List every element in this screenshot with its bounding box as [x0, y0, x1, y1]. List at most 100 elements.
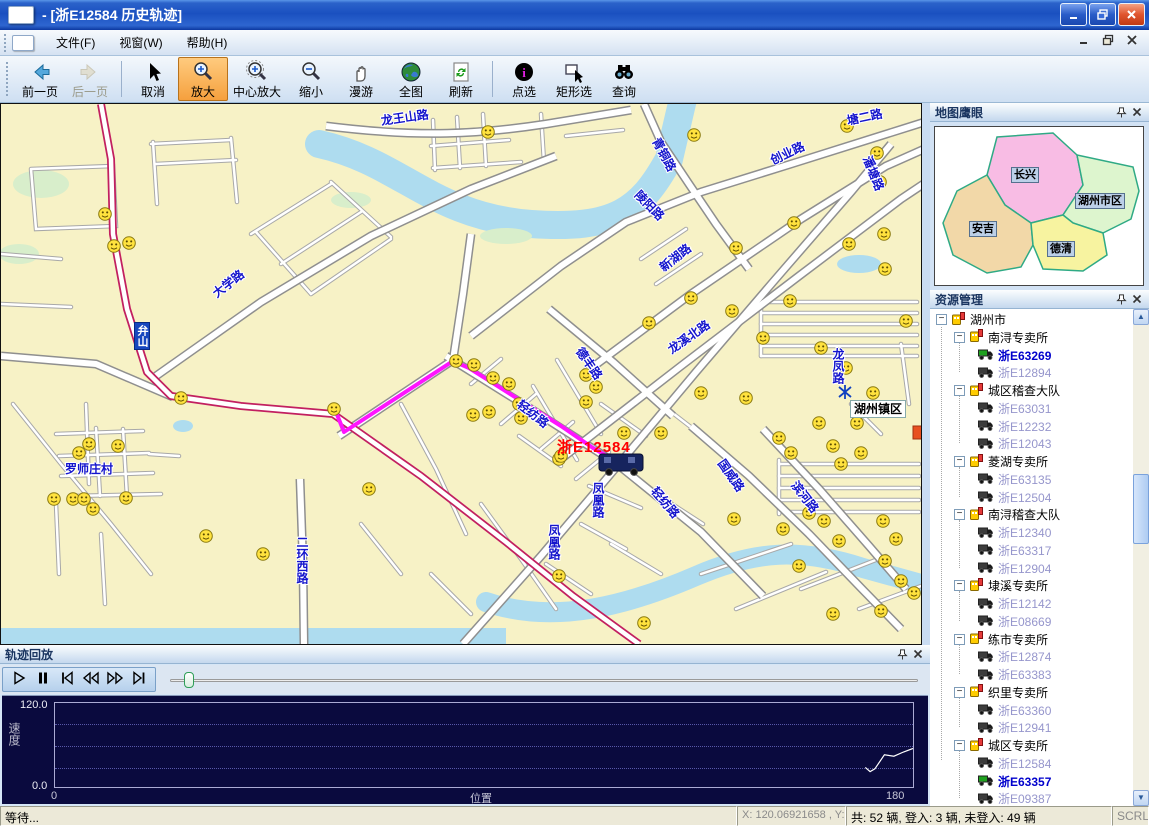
vehicle-marker-smiley[interactable]: [740, 392, 753, 405]
expand-toggle[interactable]: −: [954, 509, 965, 520]
tree-vehicle-浙E12874[interactable]: 浙E12874: [978, 648, 1051, 665]
toolbar-button-zoom-in[interactable]: 放大: [178, 57, 228, 101]
scroll-down-button[interactable]: ▼: [1133, 790, 1149, 806]
vehicle-marker-smiley[interactable]: [483, 406, 496, 419]
mdi-restore-button[interactable]: [1101, 34, 1115, 46]
step-forward-button[interactable]: [127, 669, 151, 690]
tree-vehicle-浙E63360[interactable]: 浙E63360: [978, 702, 1051, 719]
step-back-button[interactable]: [55, 669, 79, 690]
menu-item-视窗W[interactable]: 视窗(W): [107, 30, 174, 55]
tree-vehicle-浙E63317[interactable]: 浙E63317: [978, 542, 1051, 559]
close-button[interactable]: [1118, 3, 1145, 26]
tree-vehicle-浙E63031[interactable]: 浙E63031: [978, 400, 1051, 417]
vehicle-marker-smiley[interactable]: [655, 427, 668, 440]
vehicle-marker-smiley[interactable]: [112, 440, 125, 453]
vehicle-marker-smiley[interactable]: [643, 317, 656, 330]
toolbar-button-refresh[interactable]: 刷新: [436, 57, 486, 101]
vehicle-marker-smiley[interactable]: [99, 208, 112, 221]
expand-toggle[interactable]: −: [954, 740, 965, 751]
vehicle-marker-smiley[interactable]: [695, 387, 708, 400]
tree-vehicle-浙E08669[interactable]: 浙E08669: [978, 613, 1051, 630]
tree-group-南浔稽查大队[interactable]: −南浔稽查大队: [954, 506, 1060, 523]
mdi-minimize-button[interactable]: [1077, 34, 1091, 46]
mdi-close-button[interactable]: [1125, 34, 1139, 46]
vehicle-marker-smiley[interactable]: [73, 447, 86, 460]
vehicle-marker-smiley[interactable]: [827, 608, 840, 621]
vehicle-marker-smiley[interactable]: [855, 447, 868, 460]
vehicle-marker-smiley[interactable]: [78, 493, 91, 506]
vehicle-marker-smiley[interactable]: [895, 575, 908, 588]
vehicle-marker-smiley[interactable]: [728, 513, 741, 526]
vehicle-marker-smiley[interactable]: [757, 332, 770, 345]
tree-group-埭溪专卖所[interactable]: −埭溪专卖所: [954, 577, 1048, 594]
vehicle-marker-smiley[interactable]: [827, 440, 840, 453]
toolbar-button-pan-hand[interactable]: 漫游: [336, 57, 386, 101]
tree-group-城区专卖所[interactable]: −城区专卖所: [954, 737, 1048, 754]
vehicle-marker-smiley[interactable]: [877, 515, 890, 528]
vehicle-marker-smiley[interactable]: [685, 292, 698, 305]
expand-toggle[interactable]: −: [954, 332, 965, 343]
vehicle-marker-smiley[interactable]: [450, 355, 463, 368]
menu-item-文件F[interactable]: 文件(F): [44, 30, 107, 55]
expand-toggle[interactable]: −: [954, 385, 965, 396]
tree-vehicle-浙E12043[interactable]: 浙E12043: [978, 435, 1051, 452]
vehicle-marker-smiley[interactable]: [818, 515, 831, 528]
toolbar-grip[interactable]: [6, 62, 9, 96]
tree-vehicle-浙E09387[interactable]: 浙E09387: [978, 790, 1051, 806]
rewind-button[interactable]: [79, 669, 103, 690]
tree-vehicle-浙E63269[interactable]: 浙E63269: [978, 347, 1051, 364]
vehicle-marker-smiley[interactable]: [843, 238, 856, 251]
toolbar-button-zoom-out[interactable]: 缩小: [286, 57, 336, 101]
vehicle-marker-smiley[interactable]: [788, 217, 801, 230]
vehicle-marker-smiley[interactable]: [878, 228, 891, 241]
vehicle-marker-smiley[interactable]: [890, 533, 903, 546]
pin-icon[interactable]: [895, 647, 910, 662]
close-icon[interactable]: [910, 647, 925, 662]
restore-button[interactable]: [1089, 3, 1116, 26]
vehicle-marker-smiley[interactable]: [815, 342, 828, 355]
tree-vehicle-浙E63383[interactable]: 浙E63383: [978, 666, 1051, 683]
vehicle-marker-smiley[interactable]: [793, 560, 806, 573]
tree-vehicle-浙E12894[interactable]: 浙E12894: [978, 364, 1051, 381]
vehicle-marker-smiley[interactable]: [867, 387, 880, 400]
vehicle-marker-smiley[interactable]: [108, 240, 121, 253]
scroll-up-button[interactable]: ▲: [1133, 309, 1149, 325]
tree-vehicle-浙E12584[interactable]: 浙E12584: [978, 755, 1051, 772]
vehicle-marker-smiley[interactable]: [879, 555, 892, 568]
tree-vehicle-浙E63135[interactable]: 浙E63135: [978, 471, 1051, 488]
vehicle-marker-smiley[interactable]: [503, 378, 516, 391]
tree-group-练市专卖所[interactable]: −练市专卖所: [954, 631, 1048, 648]
slider-thumb[interactable]: [184, 672, 194, 688]
toolbar-button-binoculars[interactable]: 查询: [599, 57, 649, 101]
vehicle-marker-smiley[interactable]: [328, 403, 341, 416]
vehicle-marker-smiley[interactable]: [83, 438, 96, 451]
toolbar-button-cursor[interactable]: 取消: [128, 57, 178, 101]
vehicle-marker-smiley[interactable]: [875, 605, 888, 618]
tree-root-湖州市[interactable]: −湖州市: [936, 311, 1006, 328]
vehicle-marker-smiley[interactable]: [482, 126, 495, 139]
vehicle-marker-smiley[interactable]: [835, 458, 848, 471]
scroll-thumb[interactable]: [1133, 474, 1149, 544]
toolbar-button-globe[interactable]: 全图: [386, 57, 436, 101]
vehicle-marker-smiley[interactable]: [120, 492, 133, 505]
vehicle-marker-smiley[interactable]: [773, 432, 786, 445]
close-icon[interactable]: [1129, 105, 1144, 120]
expand-toggle[interactable]: −: [936, 314, 947, 325]
map-canvas[interactable]: 龙王山路青铜路塘二路创业路陵阳路潘塘路大学路新湖路龙溪北路德丰路轻纺路轻纺路国威…: [0, 103, 922, 645]
vehicle-marker-smiley[interactable]: [87, 503, 100, 516]
minimize-button[interactable]: [1060, 3, 1087, 26]
vehicle-marker-smiley[interactable]: [48, 493, 61, 506]
pin-icon[interactable]: [1114, 292, 1129, 307]
tree-group-城区稽查大队[interactable]: −城区稽查大队: [954, 382, 1060, 399]
expand-toggle[interactable]: −: [954, 580, 965, 591]
expand-toggle[interactable]: −: [954, 456, 965, 467]
menubar-grip[interactable]: [4, 34, 7, 52]
expand-toggle[interactable]: −: [954, 687, 965, 698]
expand-toggle[interactable]: −: [954, 634, 965, 645]
vehicle-marker-smiley[interactable]: [833, 535, 846, 548]
toolbar-button-rect-select[interactable]: 矩形选: [549, 57, 599, 101]
playback-slider[interactable]: [170, 670, 918, 690]
vehicle-marker-smiley[interactable]: [123, 237, 136, 250]
vehicle-marker-smiley[interactable]: [487, 372, 500, 385]
pause-button[interactable]: [31, 669, 55, 690]
